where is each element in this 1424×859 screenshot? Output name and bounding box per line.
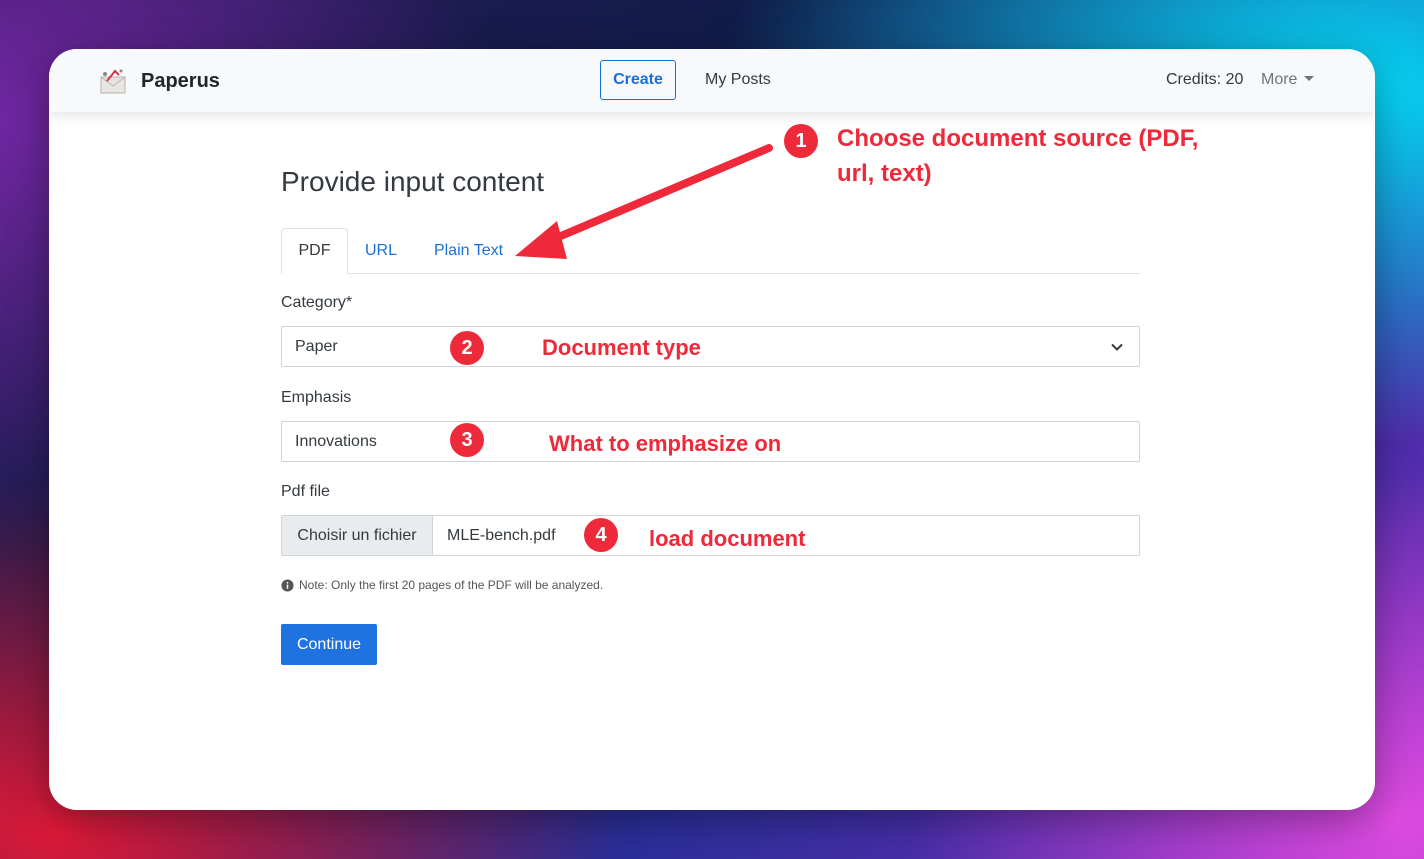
annotation-text-3: What to emphasize on: [549, 431, 782, 456]
annotation-badge-1: 1: [784, 124, 818, 158]
annotation-text-2: Document type: [542, 335, 701, 360]
app-window: Paperus Create My Posts Credits: 20 More…: [49, 49, 1375, 810]
annotation-badge-4: 4: [584, 518, 618, 552]
annotation-badge-3: 3: [450, 423, 484, 457]
annotation-text-1: Choose document source (PDF, url, text): [837, 125, 1199, 187]
annotation-text-4: load document: [649, 526, 806, 551]
annotation-badge-2: 2: [450, 331, 484, 365]
